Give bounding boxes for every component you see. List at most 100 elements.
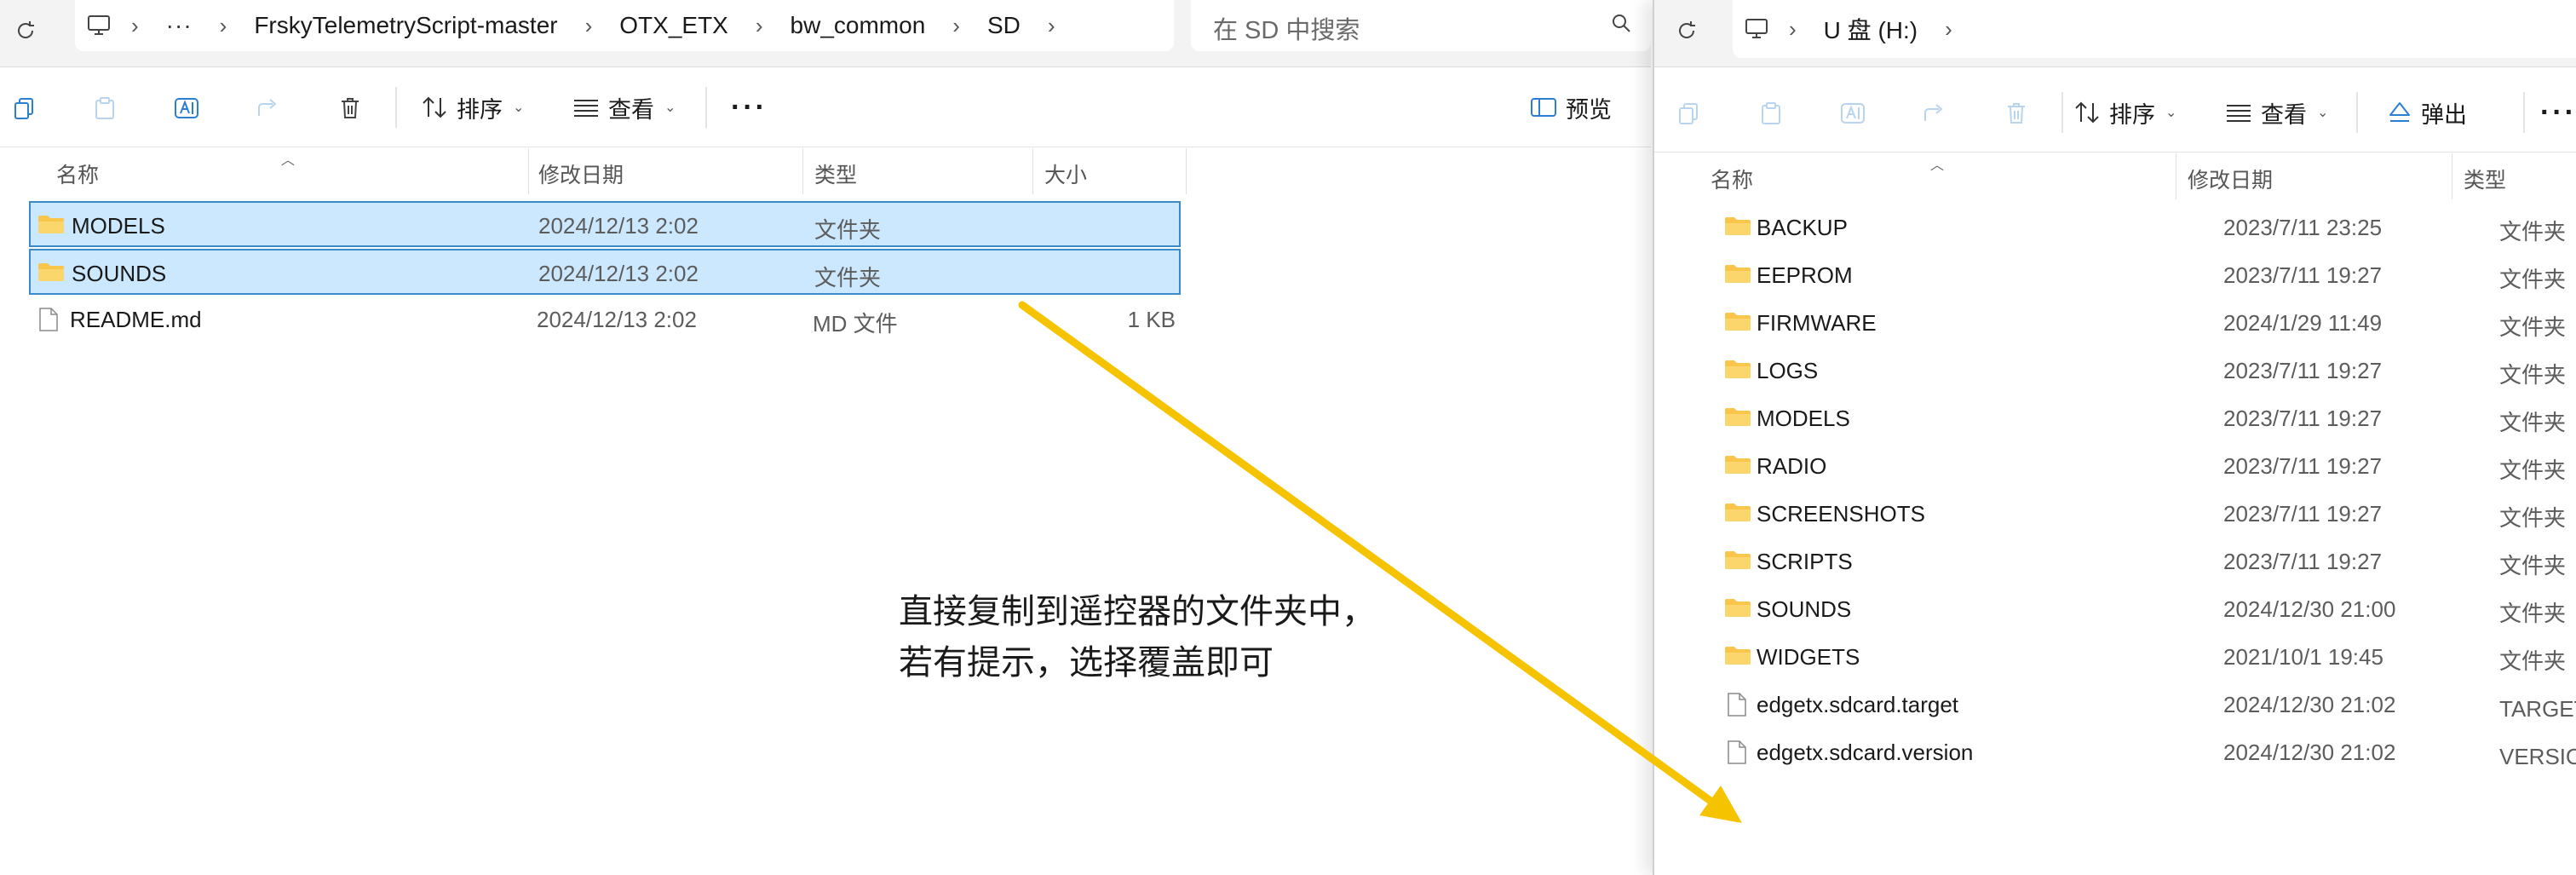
file-date: 2023/7/11 19:27 [2223,406,2383,431]
folder-icon [1725,313,1751,331]
file-row[interactable]: RADIO 2023/7/11 19:27 文件夹 [1688,443,2576,489]
preview-pane-button[interactable]: 预览 [1530,87,1612,128]
sort-button[interactable]: 排序 ⌄ [421,87,524,128]
file-date: 2024/12/13 2:02 [538,213,699,239]
share-button[interactable] [249,89,288,128]
chevron-right-icon: › [755,12,763,38]
toolbar-divider [2356,92,2358,133]
file-name: SOUNDS [1757,596,1852,622]
copy-icon [1679,103,1698,124]
file-date: 2023/7/11 19:27 [2223,358,2383,383]
paste-button[interactable] [1751,94,1791,133]
column-divider[interactable] [1032,148,1033,194]
rename-button[interactable] [167,89,206,128]
column-header-name[interactable]: 名称 [1711,164,1753,194]
search-placeholder: 在 SD 中搜索 [1213,17,1360,44]
column-header-modified[interactable]: 修改日期 [538,158,624,189]
file-date: 2024/12/30 21:00 [2223,596,2396,622]
file-name: SCREENSHOTS [1757,501,1925,527]
copy-icon [14,98,33,119]
view-button[interactable]: 查看 ⌄ [2225,92,2328,133]
rename-button[interactable] [1833,94,1872,133]
column-header-type[interactable]: 类型 [814,158,857,189]
file-row[interactable]: WIDGETS 2021/10/1 19:45 文件夹 [1688,634,2576,680]
file-row[interactable]: SCRIPTS 2023/7/11 19:27 文件夹 [1688,538,2576,584]
file-row-readme[interactable]: README.md 2024/12/13 2:02 MD 文件 1 KB [29,296,1181,343]
file-row[interactable]: SOUNDS 2024/12/30 21:00 文件夹 [1688,586,2576,632]
folder-icon [1725,504,1751,521]
delete-button[interactable] [1997,94,2036,133]
left-explorer-window: › ··· › FrskyTelemetryScript-master › OT… [0,0,1651,875]
breadcrumb-item[interactable]: SD [969,12,1039,39]
share-button[interactable] [1915,94,1954,133]
column-header-modified[interactable]: 修改日期 [2188,164,2273,194]
view-label: 查看 [608,96,654,123]
file-icon [1728,740,1746,764]
eject-button[interactable]: 弹出 [2387,92,2467,133]
file-row[interactable]: edgetx.sdcard.version 2024/12/30 21:02 V… [1688,729,2576,775]
column-divider[interactable] [802,148,803,194]
file-name: EEPROM [1757,262,1853,288]
breadcrumb-item[interactable]: bw_common [772,12,945,39]
file-row[interactable]: SCREENSHOTS 2023/7/11 19:27 文件夹 [1688,491,2576,537]
folder-icon [1725,265,1751,283]
view-button[interactable]: 查看 ⌄ [572,87,676,128]
file-date: 2021/10/1 19:45 [2223,644,2383,670]
file-type: 文件夹 [2499,219,2567,245]
chevron-right-icon: › [131,12,139,38]
file-type: TARGET 文件 [2499,696,2576,722]
column-divider[interactable] [528,148,529,194]
annotation-line: 直接复制到遥控器的文件夹中， [899,592,1376,631]
folder-icon [1725,217,1751,235]
file-icon [39,308,58,331]
file-name: SOUNDS [72,261,167,286]
column-header-name[interactable]: 名称 [56,158,99,189]
file-type: 文件夹 [2499,601,2567,626]
file-name: edgetx.sdcard.version [1757,740,1974,765]
copy-button[interactable] [1670,94,1709,133]
address-bar[interactable]: › ··· › FrskyTelemetryScript-master › OT… [75,0,1174,51]
file-name: SCRIPTS [1757,549,1853,574]
right-explorer-window: › U 盘 (H:) › 排序 ⌄ 查看 ⌄ 弹出 ··· ︿ 名称 修改日期 … [1653,0,2576,875]
file-type: 文件夹 [2499,553,2567,579]
refresh-button[interactable] [1665,9,1709,53]
file-row-sounds[interactable]: SOUNDS 2024/12/13 2:02 文件夹 [29,249,1181,295]
breadcrumb-item[interactable]: OTX_ETX [601,12,747,39]
file-row[interactable]: FIRMWARE 2024/1/29 11:49 文件夹 [1688,300,2576,346]
file-date: 2023/7/11 23:25 [2223,215,2383,240]
file-row[interactable]: EEPROM 2023/7/11 19:27 文件夹 [1688,252,2576,298]
file-date: 2023/7/11 19:27 [2223,453,2383,479]
instruction-annotation: 直接复制到遥控器的文件夹中， 若有提示，选择覆盖即可 [899,586,1376,688]
folder-icon [1725,599,1751,617]
column-header-size[interactable]: 大小 [1044,158,1087,189]
refresh-button[interactable] [3,9,48,53]
file-row[interactable]: edgetx.sdcard.target 2024/12/30 21:02 TA… [1688,682,2576,728]
this-pc-icon [1733,17,1780,41]
toolbar-divider [2061,92,2063,133]
more-options-button[interactable]: ··· [2540,92,2576,133]
file-row[interactable]: LOGS 2023/7/11 19:27 文件夹 [1688,348,2576,394]
toolbar-divider [395,87,397,128]
sort-button[interactable]: 排序 ⌄ [2073,92,2176,133]
more-path-button[interactable]: ··· [147,12,211,39]
eject-icon [2389,102,2410,122]
column-divider[interactable] [1186,148,1187,194]
folder-icon [1725,456,1751,474]
column-header-type[interactable]: 类型 [2464,164,2506,194]
breadcrumb-item[interactable]: U 盘 (H:) [1805,12,1936,46]
file-row[interactable]: BACKUP 2023/7/11 23:25 文件夹 [1688,204,2576,250]
delete-button[interactable] [331,89,370,128]
copy-button[interactable] [5,89,44,128]
paste-icon [95,97,114,119]
file-row-models[interactable]: MODELS 2024/12/13 2:02 文件夹 [29,201,1181,247]
more-options-button[interactable]: ··· [731,87,768,128]
file-row[interactable]: MODELS 2023/7/11 19:27 文件夹 [1688,395,2576,441]
delete-icon [342,98,359,118]
file-date: 2023/7/11 19:27 [2223,262,2383,288]
chevron-right-icon: › [219,12,227,38]
address-bar[interactable]: › U 盘 (H:) › [1733,0,2576,58]
breadcrumb-item[interactable]: FrskyTelemetryScript-master [235,12,576,39]
paste-button[interactable] [85,89,124,128]
search-box[interactable]: 在 SD 中搜索 [1191,0,1651,51]
column-header-row: ︿ 名称 修改日期 类型 大小 [0,148,1651,194]
